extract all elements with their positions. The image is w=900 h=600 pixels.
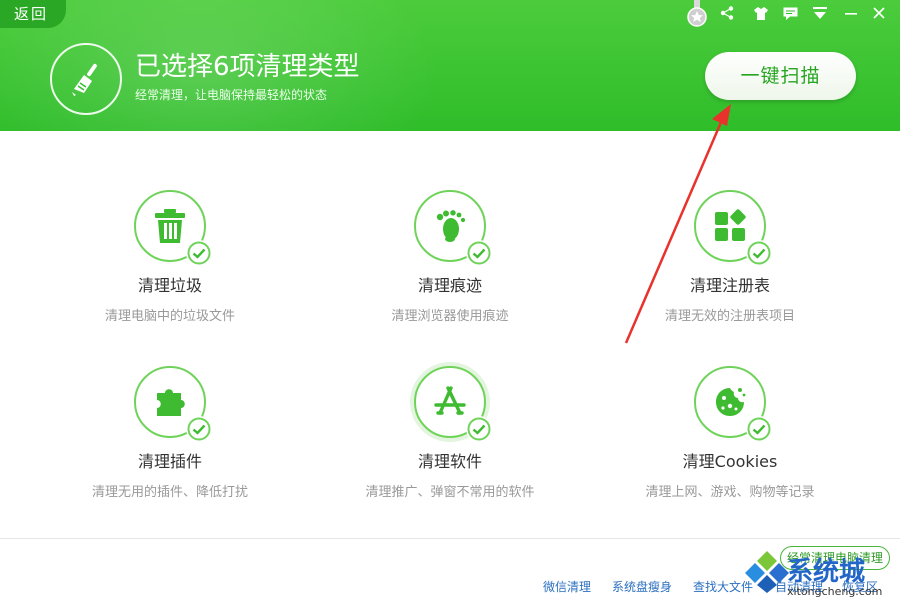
item-label: 清理痕迹 — [417, 276, 482, 295]
item-label: 清理垃圾 — [137, 276, 202, 295]
checked-icon[interactable] — [466, 240, 492, 266]
item-desc: 清理推广、弹窗不常用的软件 — [365, 485, 535, 500]
minimize-icon[interactable] — [842, 4, 860, 22]
watermark-url: xitongcheng.com — [787, 585, 883, 598]
checked-icon[interactable] — [466, 416, 492, 442]
footer-link-system-disk-slim[interactable]: 系统盘瘦身 — [612, 578, 672, 595]
item-desc: 清理无效的注册表项目 — [664, 309, 795, 324]
skin-shirt-icon[interactable] — [752, 4, 770, 22]
clean-item-traces[interactable]: 清理痕迹 清理浏览器使用痕迹 — [330, 190, 570, 324]
checked-icon[interactable] — [746, 240, 772, 266]
watermark-text: 系统城 — [787, 557, 866, 587]
header-banner: 返回 已选择6项清理类型 经常清理，让电脑保持最轻松的状态 一键扫描 — [0, 0, 900, 131]
checked-icon[interactable] — [746, 416, 772, 442]
broom-badge — [50, 43, 122, 115]
broom-icon — [72, 63, 97, 96]
checked-icon[interactable] — [186, 240, 212, 266]
clean-item-trash[interactable]: 清理垃圾 清理电脑中的垃圾文件 — [50, 190, 290, 324]
footer-link-wechat-clean[interactable]: 微信清理 — [543, 578, 591, 595]
item-desc: 清理浏览器使用痕迹 — [391, 309, 509, 324]
item-label: 清理软件 — [417, 452, 482, 471]
watermark-logo-icon — [745, 551, 789, 593]
back-button[interactable]: 返回 — [0, 0, 66, 28]
clean-item-cookies[interactable]: 清理Cookies 清理上网、游戏、购物等记录 — [610, 366, 850, 500]
clean-item-plugins[interactable]: 清理插件 清理无用的插件、降低打扰 — [50, 366, 290, 500]
item-label: 清理注册表 — [689, 276, 770, 295]
page-title: 已选择6项清理类型 — [135, 52, 360, 82]
site-watermark: 系统城 xitongcheng.com — [745, 545, 900, 600]
clean-item-software[interactable]: 清理软件 清理推广、弹窗不常用的软件 — [330, 366, 570, 500]
clean-item-registry[interactable]: 清理注册表 清理无效的注册表项目 — [610, 190, 850, 324]
checked-icon[interactable] — [186, 416, 212, 442]
close-icon[interactable] — [870, 4, 888, 22]
footer-link-find-large-files[interactable]: 查找大文件 — [693, 578, 753, 595]
item-label: 清理Cookies — [682, 452, 778, 471]
item-desc: 清理上网、游戏、购物等记录 — [645, 485, 815, 500]
item-label: 清理插件 — [137, 452, 202, 471]
menu-dropdown-icon[interactable] — [811, 4, 829, 22]
feedback-message-icon[interactable] — [781, 4, 799, 22]
footer-divider — [0, 538, 900, 539]
share-icon[interactable] — [718, 4, 736, 22]
page-subtitle: 经常清理，让电脑保持最轻松的状态 — [135, 88, 328, 102]
item-desc: 清理无用的插件、降低打扰 — [91, 485, 248, 500]
medal-icon[interactable] — [687, 0, 707, 28]
item-desc: 清理电脑中的垃圾文件 — [104, 309, 235, 324]
one-click-scan-button[interactable]: 一键扫描 — [705, 52, 856, 100]
